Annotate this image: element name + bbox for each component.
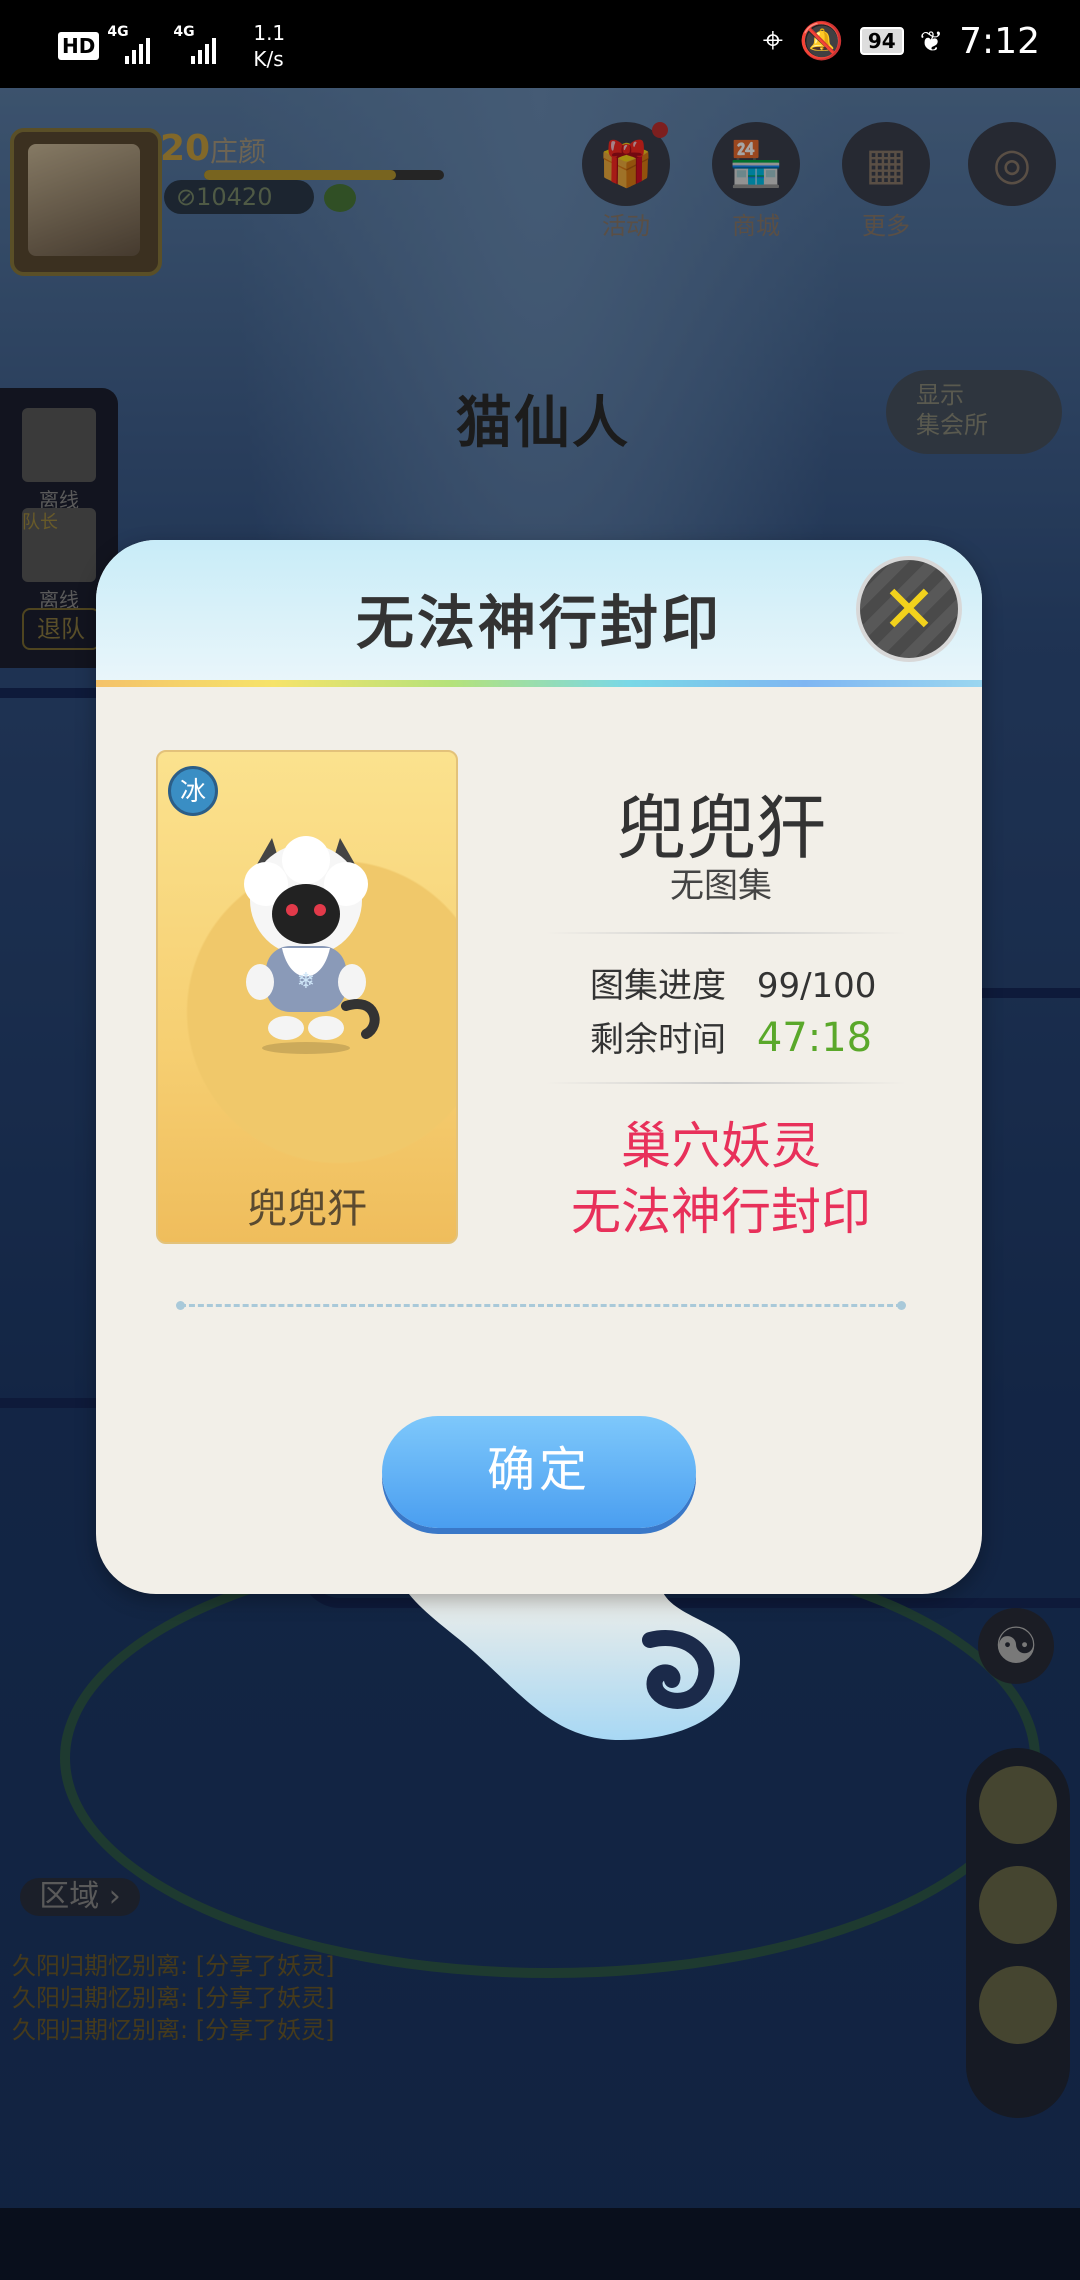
- status-bar: HD 4G 4G 1.1 K/s ⌖ 🔕 94 ❦ 7:12: [0, 0, 1080, 88]
- mute-bell-icon: 🔕: [799, 21, 844, 62]
- seal-dialog: 无法神行封印 ✕ 冰 ❄ 兜兜犴 兜兜犴 无图集 图集进度 99/100 剩余时…: [96, 540, 982, 1594]
- close-button[interactable]: ✕: [856, 556, 962, 662]
- net-speed-unit: K/s: [253, 47, 284, 71]
- svg-text:❄: ❄: [297, 969, 315, 994]
- close-icon: ✕: [881, 570, 937, 648]
- spirit-card: 冰 ❄ 兜兜犴: [156, 750, 458, 1244]
- dialog-title: 无法神行封印: [355, 589, 722, 657]
- battery-icon: 94: [859, 27, 904, 55]
- confirm-button[interactable]: 确定: [382, 1416, 696, 1528]
- divider: [546, 932, 906, 934]
- signal-icon-2: 4G: [173, 24, 231, 68]
- status-right: ⌖ 🔕 94 ❦ 7:12: [763, 20, 1040, 62]
- location-icon: ⌖: [762, 20, 784, 61]
- dialog-tail: [400, 1580, 740, 1740]
- hd-badge: HD: [58, 32, 100, 60]
- spirit-character-image: ❄: [244, 836, 380, 1054]
- progress-value: 99/100: [756, 966, 877, 1006]
- spirit-collection: 无图集: [670, 866, 772, 906]
- warning-line-2: 无法神行封印: [571, 1183, 871, 1241]
- net-speed-value: 1.1: [253, 21, 286, 45]
- time-label: 剩余时间: [590, 1020, 726, 1060]
- time-value: 47:18: [756, 1015, 873, 1061]
- dotted-divider: [176, 1301, 906, 1310]
- element-badge: 冰: [168, 766, 218, 816]
- leaf-icon: ❦: [919, 24, 944, 58]
- card-spirit-name: 兜兜犴: [247, 1186, 367, 1232]
- warning-line-1: 巢穴妖灵: [621, 1117, 821, 1175]
- net-speed: 1.1 K/s: [253, 20, 285, 72]
- signal-icon: 4G: [107, 24, 165, 68]
- progress-label: 图集进度: [590, 966, 726, 1006]
- remaining-time: 剩余时间 47:18: [590, 1012, 872, 1061]
- clock: 7:12: [959, 20, 1040, 62]
- status-left: HD 4G 4G 1.1 K/s: [58, 20, 285, 72]
- header-divider: [96, 680, 982, 687]
- divider: [546, 1082, 906, 1084]
- collection-progress: 图集进度 99/100: [590, 958, 876, 1007]
